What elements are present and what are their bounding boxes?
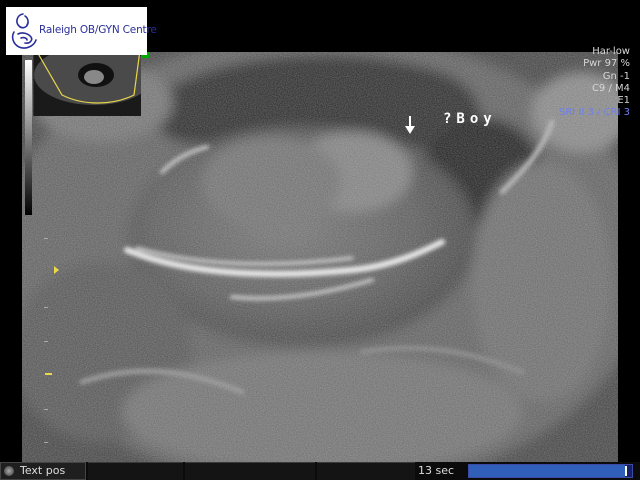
- depth-tick: [44, 307, 48, 308]
- clinic-name: Raleigh OB/GYN Centre: [39, 24, 157, 36]
- clinic-logo: Raleigh OB/GYN Centre: [6, 7, 157, 55]
- depth-tick: [44, 409, 48, 410]
- text-pos-button[interactable]: Text pos: [0, 462, 86, 480]
- knob-icon: [4, 466, 14, 476]
- softkey-2[interactable]: [185, 462, 315, 480]
- harmonic-setting: Har-low: [592, 46, 630, 57]
- depth-marker: [45, 373, 52, 375]
- down-arrow-icon: [404, 115, 416, 139]
- grayscale-bar: [25, 60, 32, 215]
- softkey-3[interactable]: [317, 462, 415, 480]
- gain-setting: Gn -1: [602, 70, 630, 82]
- bottom-softkey-bar: Text pos 13 sec: [0, 462, 640, 480]
- focal-zone-marker: [54, 266, 59, 274]
- imaging-parameters: Har-low Pwr 97 % Gn -1 C9 / M4 E1 SRI II…: [559, 46, 630, 120]
- depth-tick: [44, 442, 48, 443]
- cine-progress-bar[interactable]: [468, 464, 633, 478]
- annotation-text: ?Boy: [443, 111, 497, 127]
- reference-thumbnail: [33, 55, 141, 116]
- mother-child-logo-icon: [11, 13, 37, 49]
- cine-cursor[interactable]: [625, 466, 627, 476]
- softkey-1[interactable]: [88, 462, 183, 480]
- text-pos-label: Text pos: [20, 464, 66, 477]
- ultrasound-screen: Raleigh OB/GYN Centre Har-low Pwr 97 % G…: [0, 0, 640, 480]
- cine-time: 13 sec: [418, 464, 455, 477]
- map-setting: C9 / M4: [591, 82, 630, 94]
- power-setting: Pwr 97 %: [583, 58, 630, 70]
- depth-tick: [44, 341, 48, 342]
- depth-tick: [44, 238, 48, 239]
- sri-cri-setting: SRI II 3 / CRI 3: [558, 107, 630, 119]
- cine-progress-fill: [469, 465, 625, 477]
- enhancement-setting: E1: [617, 95, 630, 107]
